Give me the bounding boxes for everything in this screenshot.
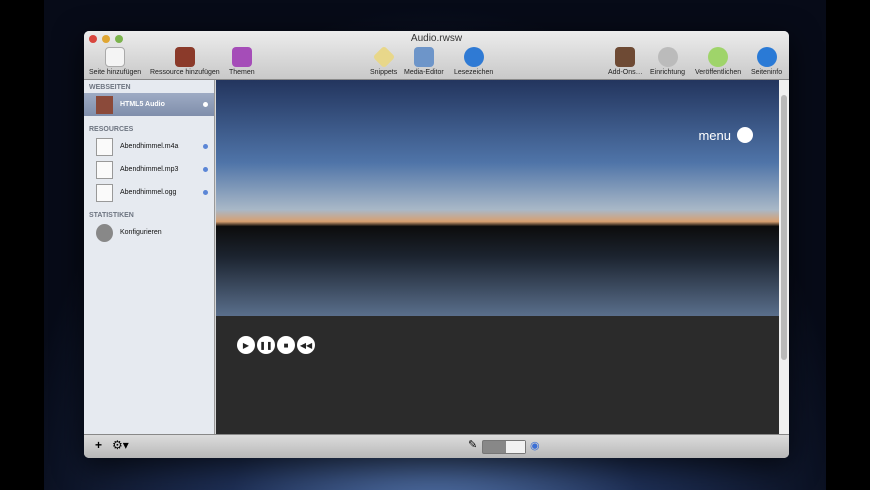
window-title: Audio.rwsw bbox=[410, 33, 463, 44]
preview-pane: menu ▶ ❚❚ ■ ◀◀ bbox=[216, 80, 789, 434]
audio-controls: ▶ ❚❚ ■ ◀◀ bbox=[237, 336, 315, 354]
scrollbar[interactable] bbox=[779, 80, 789, 434]
house-icon bbox=[96, 95, 113, 114]
add-resource-button[interactable]: Ressource hinzufügen bbox=[150, 47, 220, 76]
sidebar-page-html5-audio[interactable]: HTML5 Audio bbox=[84, 93, 214, 116]
section-webseiten: WEBSEITEN bbox=[89, 84, 131, 91]
gear-menu-icon[interactable]: ⚙▾ bbox=[112, 438, 129, 452]
file-icon bbox=[96, 160, 113, 179]
preview-eye-icon[interactable]: ◉ bbox=[530, 439, 540, 452]
stop-button[interactable]: ■ bbox=[277, 336, 295, 354]
publish-button[interactable]: Veröffentlichen bbox=[695, 47, 741, 76]
rewind-button[interactable]: ◀◀ bbox=[297, 336, 315, 354]
page-info-button[interactable]: Seiteninfo bbox=[751, 47, 782, 76]
snippets-button[interactable]: Snippets bbox=[370, 45, 397, 76]
edit-preview-toggle[interactable] bbox=[482, 440, 526, 454]
file-icon bbox=[96, 137, 113, 156]
section-resources: RESOURCES bbox=[89, 126, 134, 133]
addons-button[interactable]: Add-Ons… bbox=[608, 47, 643, 76]
pause-button[interactable]: ❚❚ bbox=[257, 336, 275, 354]
resource-item[interactable]: Abendhimmel.mp3 bbox=[84, 158, 214, 181]
file-icon bbox=[96, 183, 113, 202]
bookmarks-button[interactable]: Lesezeichen bbox=[454, 47, 493, 76]
add-icon[interactable]: + bbox=[95, 438, 102, 452]
bottom-bar: + ⚙▾ ✎ ◉ bbox=[84, 434, 789, 458]
add-page-button[interactable]: Seite hinzufügen bbox=[89, 47, 141, 76]
media-editor-button[interactable]: Media-Editor bbox=[404, 47, 444, 76]
sunset-photo: menu bbox=[216, 80, 779, 316]
toolbar: Audio.rwsw Seite hinzufügen Ressource hi… bbox=[84, 31, 789, 80]
themes-button[interactable]: Themen bbox=[229, 47, 255, 76]
setup-button[interactable]: Einrichtung bbox=[650, 47, 685, 76]
resource-item[interactable]: Abendhimmel.ogg bbox=[84, 181, 214, 204]
gear-icon bbox=[96, 223, 113, 242]
menu-button[interactable]: menu bbox=[698, 127, 753, 143]
edit-pencil-icon[interactable]: ✎ bbox=[468, 438, 477, 451]
section-statistiken: STATISTIKEN bbox=[89, 212, 134, 219]
play-button[interactable]: ▶ bbox=[237, 336, 255, 354]
app-window: Audio.rwsw Seite hinzufügen Ressource hi… bbox=[84, 31, 789, 458]
sidebar-configure[interactable]: Konfigurieren bbox=[84, 221, 214, 244]
resource-item[interactable]: Abendhimmel.m4a bbox=[84, 135, 214, 158]
sidebar: WEBSEITEN HTML5 Audio RESOURCES Abendhim… bbox=[84, 80, 215, 434]
